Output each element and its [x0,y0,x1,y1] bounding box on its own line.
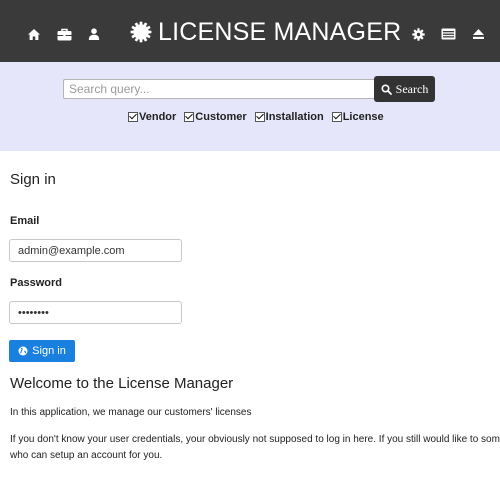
search-input[interactable] [63,79,381,99]
list-window-icon[interactable] [440,26,456,42]
filter-vendor-label: Vendor [139,111,177,123]
filter-installation-label: Installation [265,111,324,123]
email-label: Email [10,215,40,227]
welcome-paragraph-2: If you don't know your user credentials,… [10,434,500,461]
password-field[interactable] [9,301,182,324]
brand-title[interactable]: LICENSE MANAGER [158,16,401,48]
search-button[interactable]: Search [374,76,435,102]
signin-title: Sign in [10,171,56,188]
filter-customer[interactable]: Customer [184,111,247,123]
home-icon[interactable] [26,26,42,42]
filter-vendor[interactable]: Vendor [128,111,176,123]
eject-icon[interactable] [470,26,486,42]
welcome-paragraph-1: In this application, we manage our custo… [10,407,252,418]
search-button-label: Search [395,81,429,96]
signin-button-label: Sign in [32,345,66,357]
filter-installation[interactable]: Installation [254,111,324,123]
filter-vendor-checkbox[interactable] [128,112,138,122]
filter-customer-label: Customer [195,111,247,123]
welcome-title: Welcome to the License Manager [10,375,234,392]
filter-customer-checkbox[interactable] [184,112,195,122]
gear-logo-icon [130,21,152,43]
email-field[interactable] [9,239,182,262]
filter-license-checkbox[interactable] [331,112,342,122]
signin-button[interactable]: Sign in [9,340,75,362]
brand[interactable]: LICENSE MANAGER [130,16,401,48]
search-filters: Vendor Customer Installation License [128,109,384,125]
search-icon [381,83,392,95]
briefcase-icon[interactable] [56,26,72,42]
filter-license-label: License [342,111,384,123]
user-icon[interactable] [86,26,102,42]
password-label: Password [10,277,62,289]
globe-icon [18,346,28,356]
top-navbar: LICENSE MANAGER [0,0,500,62]
gear-icon[interactable] [410,26,426,42]
filter-installation-checkbox[interactable] [254,112,265,122]
filter-license[interactable]: License [331,111,384,123]
